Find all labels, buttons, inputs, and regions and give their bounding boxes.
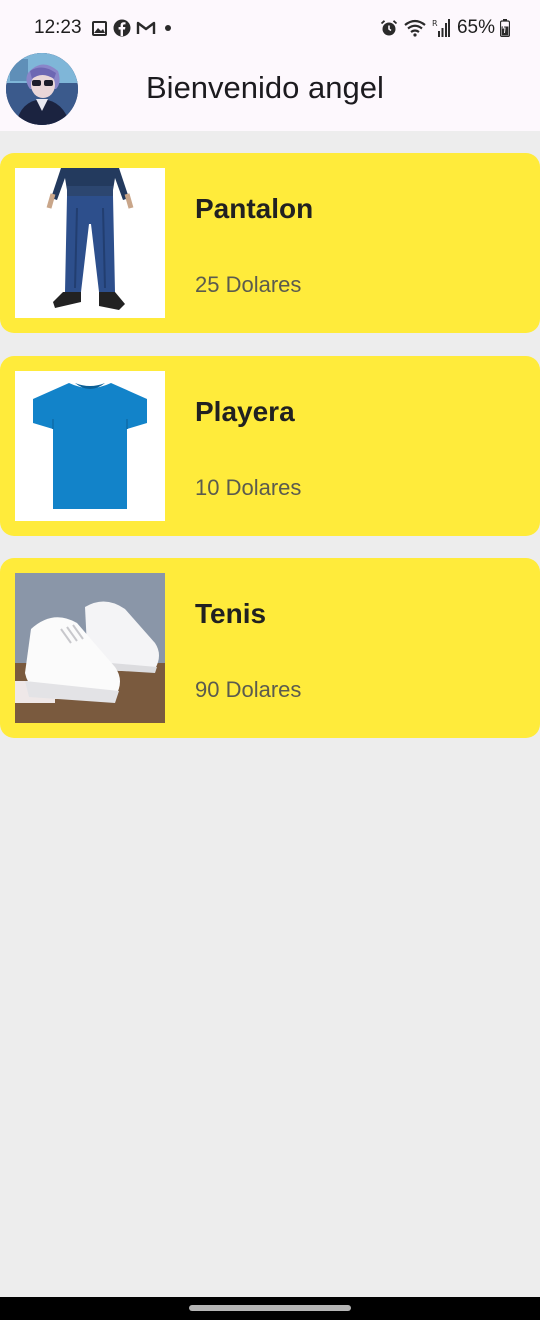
tshirt-image bbox=[15, 371, 165, 521]
system-navigation-bar bbox=[0, 1297, 540, 1320]
wifi-icon bbox=[404, 19, 426, 37]
app-title: Bienvenido angel bbox=[146, 70, 384, 105]
product-name: Playera bbox=[195, 396, 295, 427]
system-icons: R 65% bbox=[380, 17, 510, 39]
battery-percentage: 65% bbox=[456, 17, 495, 38]
status-bar: 12:23 R 65% bbox=[0, 0, 540, 56]
product-price: 25 Dolares bbox=[195, 272, 302, 297]
gmail-icon bbox=[136, 21, 156, 34]
product-name: Tenis bbox=[195, 598, 267, 629]
product-card-pantalon[interactable]: Pantalon 25 Dolares bbox=[0, 153, 540, 333]
dot-icon bbox=[165, 25, 171, 31]
battery-icon bbox=[500, 19, 510, 37]
jeans-image bbox=[15, 168, 165, 318]
facebook-icon bbox=[113, 19, 131, 37]
status-time: 12:23 bbox=[34, 17, 82, 38]
product-card-tenis[interactable]: Tenis 90 Dolares bbox=[0, 558, 540, 738]
alarm-icon bbox=[380, 20, 398, 36]
notification-icons bbox=[91, 19, 175, 37]
product-price: 90 Dolares bbox=[195, 677, 302, 702]
avatar-image bbox=[6, 53, 78, 125]
product-price: 10 Dolares bbox=[195, 475, 302, 500]
app-bar: Bienvenido angel bbox=[0, 53, 540, 131]
product-card-playera[interactable]: Playera 10 Dolares bbox=[0, 356, 540, 536]
svg-text:R: R bbox=[432, 19, 438, 28]
gallery-icon bbox=[92, 20, 107, 36]
avatar[interactable] bbox=[6, 53, 78, 125]
sneakers-image bbox=[15, 573, 165, 723]
signal-icon: R bbox=[432, 19, 450, 37]
home-gesture-handle[interactable] bbox=[189, 1305, 351, 1311]
product-name: Pantalon bbox=[195, 193, 314, 224]
